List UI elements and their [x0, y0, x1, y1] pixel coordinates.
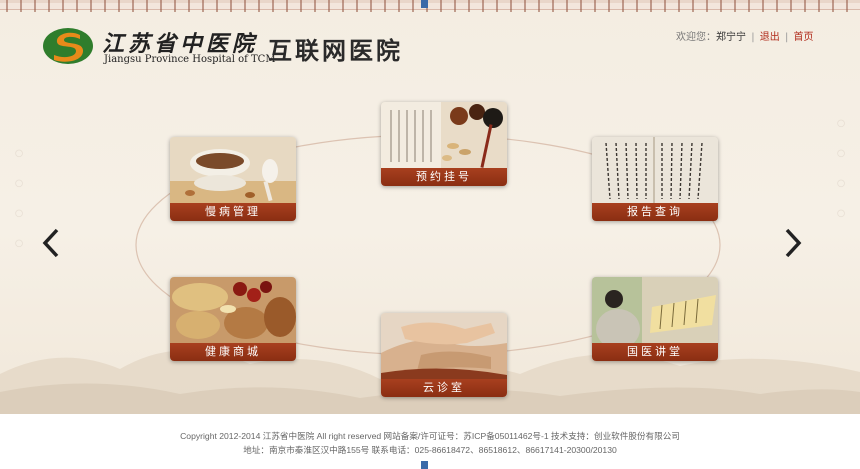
footer-address: 地址：南京市秦淮区汉中路155号 联系电话：025-86618472、86518…: [243, 445, 617, 455]
pulse-diagnosis-photo: [381, 313, 507, 381]
calligraphy-book-photo: [592, 137, 718, 205]
footer-copyright: Copyright 2012-2014 江苏省中医院 All right res…: [180, 431, 680, 441]
module-label: 报告查询: [592, 203, 718, 221]
chevron-right-icon[interactable]: [784, 228, 802, 258]
module-label: 国医讲堂: [592, 343, 718, 361]
scroll-herbs-photo: [381, 102, 507, 170]
module-tile-cloud-clinic[interactable]: 云诊室: [381, 313, 507, 397]
module-tile-chronic-care[interactable]: 慢病管理: [170, 137, 296, 221]
chevron-left-icon[interactable]: [42, 228, 60, 258]
herbal-soup-photo: [170, 137, 296, 205]
module-tile-appointment[interactable]: 预约挂号: [381, 102, 507, 186]
module-label: 预约挂号: [381, 168, 507, 186]
module-tile-health-mall[interactable]: 健康商城: [170, 277, 296, 361]
scholar-scroll-photo: [592, 277, 718, 345]
module-label: 慢病管理: [170, 203, 296, 221]
module-tile-report[interactable]: 报告查询: [592, 137, 718, 221]
main-stage: ◦◦◦◦ ◦◦◦◦ 江苏省中医院 Jiangsu Province Hospit…: [0, 0, 860, 414]
herbal-ingredients-photo: [170, 277, 296, 345]
module-label: 云诊室: [381, 379, 507, 397]
footer: Copyright 2012-2014 江苏省中医院 All right res…: [0, 414, 860, 461]
module-tile-lecture[interactable]: 国医讲堂: [592, 277, 718, 361]
module-label: 健康商城: [170, 343, 296, 361]
bottom-marker: [421, 461, 428, 469]
